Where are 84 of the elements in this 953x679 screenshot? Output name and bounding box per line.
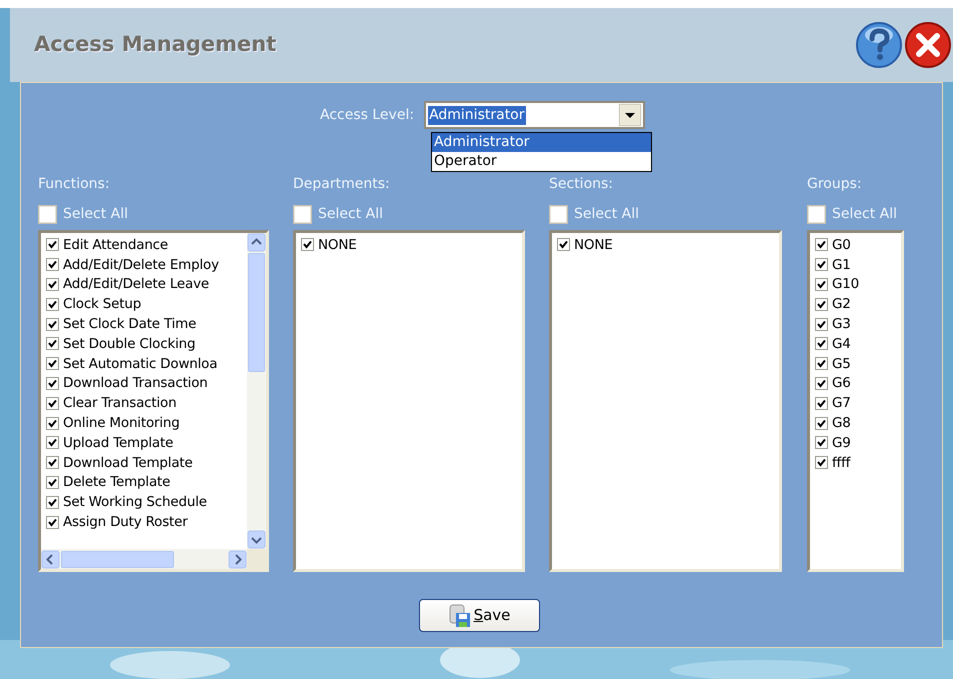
- checkbox[interactable]: [815, 456, 828, 470]
- horizontal-scrollbar[interactable]: [41, 549, 247, 569]
- checkbox[interactable]: [293, 204, 312, 224]
- list-item-label[interactable]: G3: [832, 314, 851, 334]
- checkbox[interactable]: [301, 238, 314, 252]
- list-item-label[interactable]: Add/Edit/Delete Employ: [63, 254, 219, 275]
- list-item-label[interactable]: Set Double Clocking: [63, 334, 196, 354]
- checkbox[interactable]: [46, 298, 59, 311]
- list-item-label[interactable]: Set Automatic Downloa: [63, 354, 218, 374]
- checkbox[interactable]: [815, 258, 828, 272]
- checkbox[interactable]: [46, 456, 59, 470]
- checkbox[interactable]: [815, 396, 828, 410]
- list-item-label[interactable]: Clock Setup: [63, 294, 142, 314]
- scroll-thumb[interactable]: [61, 550, 174, 568]
- list-item-label[interactable]: Upload Template: [63, 432, 174, 453]
- column-heading: Sections:: [549, 175, 614, 194]
- list-item-label[interactable]: G5: [832, 354, 851, 374]
- list-item-label[interactable]: Set Working Schedule: [63, 492, 207, 512]
- scroll-left-icon[interactable]: [41, 550, 60, 568]
- dropdown-option[interactable]: Administrator: [432, 133, 651, 152]
- access-level-dropdown[interactable]: Administrator: [424, 101, 646, 129]
- list-item-label[interactable]: Set Clock Date Time: [63, 314, 196, 334]
- checkbox[interactable]: [46, 337, 59, 350]
- checkbox[interactable]: [46, 376, 59, 390]
- checkbox[interactable]: [815, 436, 828, 450]
- list-item-label[interactable]: Clear Transaction: [63, 393, 176, 414]
- checkbox[interactable]: [549, 204, 568, 224]
- list-item-label[interactable]: G1: [832, 254, 851, 275]
- checkbox[interactable]: [815, 357, 828, 370]
- list-item-label[interactable]: G0: [832, 234, 851, 256]
- list-item-label[interactable]: G6: [832, 373, 851, 394]
- save-button[interactable]: Save: [418, 599, 540, 632]
- checkbox[interactable]: [815, 278, 828, 291]
- checkbox[interactable]: [38, 204, 57, 224]
- checkbox[interactable]: [46, 258, 59, 272]
- checkbox[interactable]: [46, 357, 59, 370]
- scroll-right-icon[interactable]: [228, 550, 247, 568]
- close-icon[interactable]: [905, 22, 951, 68]
- save-icon: [448, 604, 472, 628]
- scrollbar-corner: [247, 549, 266, 569]
- list-item-label[interactable]: NONE: [574, 234, 613, 256]
- window-title: Access Management: [34, 31, 276, 58]
- list-item-label[interactable]: Edit Attendance: [63, 234, 168, 256]
- list-item-label[interactable]: G2: [832, 294, 851, 314]
- list-item-label[interactable]: G10: [832, 274, 860, 295]
- checkbox[interactable]: [557, 238, 570, 252]
- checkbox[interactable]: [815, 318, 828, 331]
- checkbox[interactable]: [46, 516, 59, 529]
- list-item-label[interactable]: G7: [832, 393, 851, 414]
- checkbox[interactable]: [815, 376, 828, 390]
- checkbox[interactable]: [46, 238, 59, 252]
- list-item-label[interactable]: G9: [832, 432, 851, 453]
- column-heading: Groups:: [807, 175, 863, 194]
- vertical-scrollbar[interactable]: [247, 233, 266, 549]
- list-item-label[interactable]: G4: [832, 334, 851, 354]
- checkbox[interactable]: [46, 496, 59, 509]
- checkbox[interactable]: [815, 337, 828, 350]
- list-item-label[interactable]: ffff: [832, 452, 850, 473]
- column-heading: Departments:: [293, 175, 391, 194]
- column-heading: Functions:: [38, 175, 111, 194]
- checkbox[interactable]: [46, 476, 59, 489]
- list-item-label[interactable]: Download Template: [63, 452, 193, 473]
- checkbox[interactable]: [46, 318, 59, 331]
- scroll-thumb[interactable]: [248, 253, 265, 372]
- list-item-label[interactable]: Delete Template: [63, 472, 170, 493]
- list-item-label[interactable]: Download Transaction: [63, 373, 208, 394]
- checkbox[interactable]: [815, 416, 828, 430]
- list-item-label[interactable]: Assign Duty Roster: [63, 512, 188, 532]
- scroll-down-icon[interactable]: [247, 530, 266, 549]
- list-item-label[interactable]: Online Monitoring: [63, 412, 180, 434]
- checkbox[interactable]: [46, 416, 59, 430]
- checkbox[interactable]: [807, 204, 826, 224]
- list-item-label[interactable]: NONE: [318, 234, 357, 256]
- list-item-label[interactable]: Add/Edit/Delete Leave: [63, 274, 209, 295]
- checkbox[interactable]: [815, 238, 828, 252]
- list-item-label[interactable]: G8: [832, 412, 851, 434]
- checkbox[interactable]: [46, 396, 59, 410]
- checkbox[interactable]: [46, 278, 59, 291]
- checkbox[interactable]: [815, 298, 828, 311]
- help-icon[interactable]: [855, 21, 903, 69]
- dropdown-arrow-icon[interactable]: [619, 104, 642, 126]
- access-level-label: Access Level:: [320, 106, 414, 124]
- scroll-up-icon[interactable]: [247, 233, 266, 252]
- checkbox[interactable]: [46, 436, 59, 450]
